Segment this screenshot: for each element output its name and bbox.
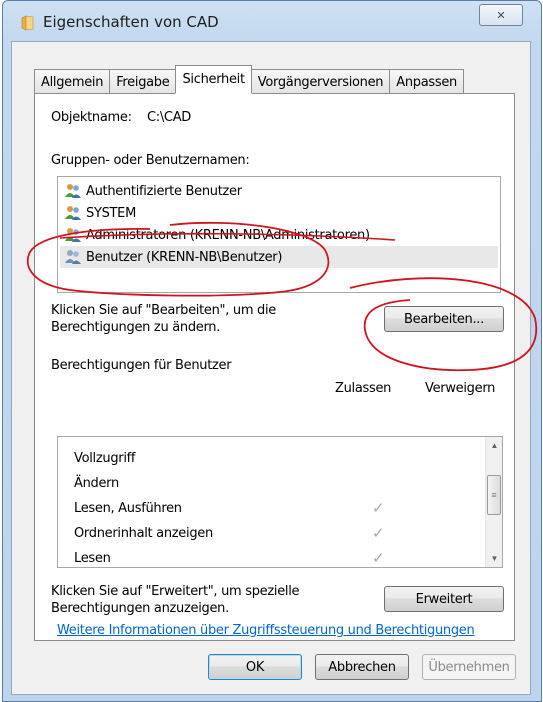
permission-name: Lesen [74,550,111,566]
help-link[interactable]: Weitere Informationen über Zugriffssteue… [57,623,475,638]
permissions-for-label: Berechtigungen für Benutzer [51,358,232,373]
group-name: Authentifizierte Benutzer [86,183,242,199]
user-group-icon [64,205,82,221]
permission-row: Lesen, Ausführen ✓ [74,496,474,520]
user-group-icon [64,183,82,199]
list-item-selected[interactable]: Benutzer (KRENN-NB\Benutzer) [60,246,498,268]
folder-icon [21,15,34,31]
groups-label: Gruppen- oder Benutzernamen: [51,153,250,168]
list-item[interactable]: Administratoren (KRENN-NB\Administratore… [64,224,370,246]
allow-check-icon: ✓ [372,499,385,517]
permission-row: Vollzugriff [74,446,474,470]
user-group-icon [64,227,82,243]
advanced-hint-line1: Klicken Sie auf "Erweitert", um speziell… [51,584,300,599]
vertical-scrollbar[interactable]: ▲ ≡ ▼ [485,437,502,567]
groups-listbox[interactable]: Authentifizierte Benutzer SYSTEM Adminis… [57,176,501,293]
list-item[interactable]: SYSTEM [64,202,136,224]
permission-name: Ordnerinhalt anzeigen [74,525,213,541]
edit-hint-line2: Berechtigungen zu ändern. [51,320,221,335]
tab-strip: Allgemein Freigabe Sicherheit Vorgängerv… [34,64,464,94]
edit-hint-line1: Klicken Sie auf "Bearbeiten", um die [51,303,276,318]
group-name: SYSTEM [86,205,137,221]
close-button[interactable]: ✕ [479,4,523,26]
tab-anpassen[interactable]: Anpassen [389,69,464,94]
tab-freigabe[interactable]: Freigabe [109,69,177,94]
user-group-icon [64,249,82,265]
title-bar[interactable]: Eigenschaften von CAD ✕ [3,1,541,41]
allow-check-icon: ✓ [372,549,385,567]
permission-row: Lesen ✓ [74,546,474,567]
permission-row: Ändern [74,471,474,495]
dialog-client-area: Allgemein Freigabe Sicherheit Vorgängerv… [11,41,531,695]
tab-allgemein[interactable]: Allgemein [34,69,111,94]
permission-name: Lesen, Ausführen [74,500,182,516]
scroll-down-arrow-icon[interactable]: ▼ [486,550,502,567]
permission-row: Ordnerinhalt anzeigen ✓ [74,521,474,545]
object-name-label: Objektname: [51,110,132,125]
edit-button[interactable]: Bearbeiten... [384,306,504,332]
scroll-thumb[interactable]: ≡ [487,475,501,515]
advanced-hint-line2: Berechtigungen anzuzeigen. [51,601,229,616]
properties-dialog: Eigenschaften von CAD ✕ Allgemein Freiga… [2,0,542,702]
cancel-button[interactable]: Abbrechen [315,654,409,680]
ok-button[interactable]: OK [208,654,302,680]
tab-vorgaengerversionen[interactable]: Vorgängerversionen [250,69,391,94]
column-allow: Zulassen [335,381,392,396]
allow-check-icon: ✓ [372,524,385,542]
permissions-list[interactable]: Vollzugriff Ändern Lesen, Ausführen ✓ Or… [57,436,503,568]
close-icon: ✕ [496,9,506,22]
apply-button[interactable]: Übernehmen [422,654,516,680]
group-name: Benutzer (KRENN-NB\Benutzer) [86,249,283,265]
group-name: Administratoren (KRENN-NB\Administratore… [86,227,370,243]
scroll-up-arrow-icon[interactable]: ▲ [486,437,502,454]
permission-name: Vollzugriff [74,450,136,466]
advanced-button[interactable]: Erweitert [384,586,504,612]
column-deny: Verweigern [425,381,496,396]
window-title: Eigenschaften von CAD [43,13,219,31]
tab-sicherheit[interactable]: Sicherheit [175,65,252,94]
permission-name: Ändern [74,475,119,491]
security-tab-panel: Objektname: C:\CAD Gruppen- oder Benutze… [34,93,515,641]
list-item[interactable]: Authentifizierte Benutzer [64,180,242,202]
object-name-value: C:\CAD [147,110,192,125]
